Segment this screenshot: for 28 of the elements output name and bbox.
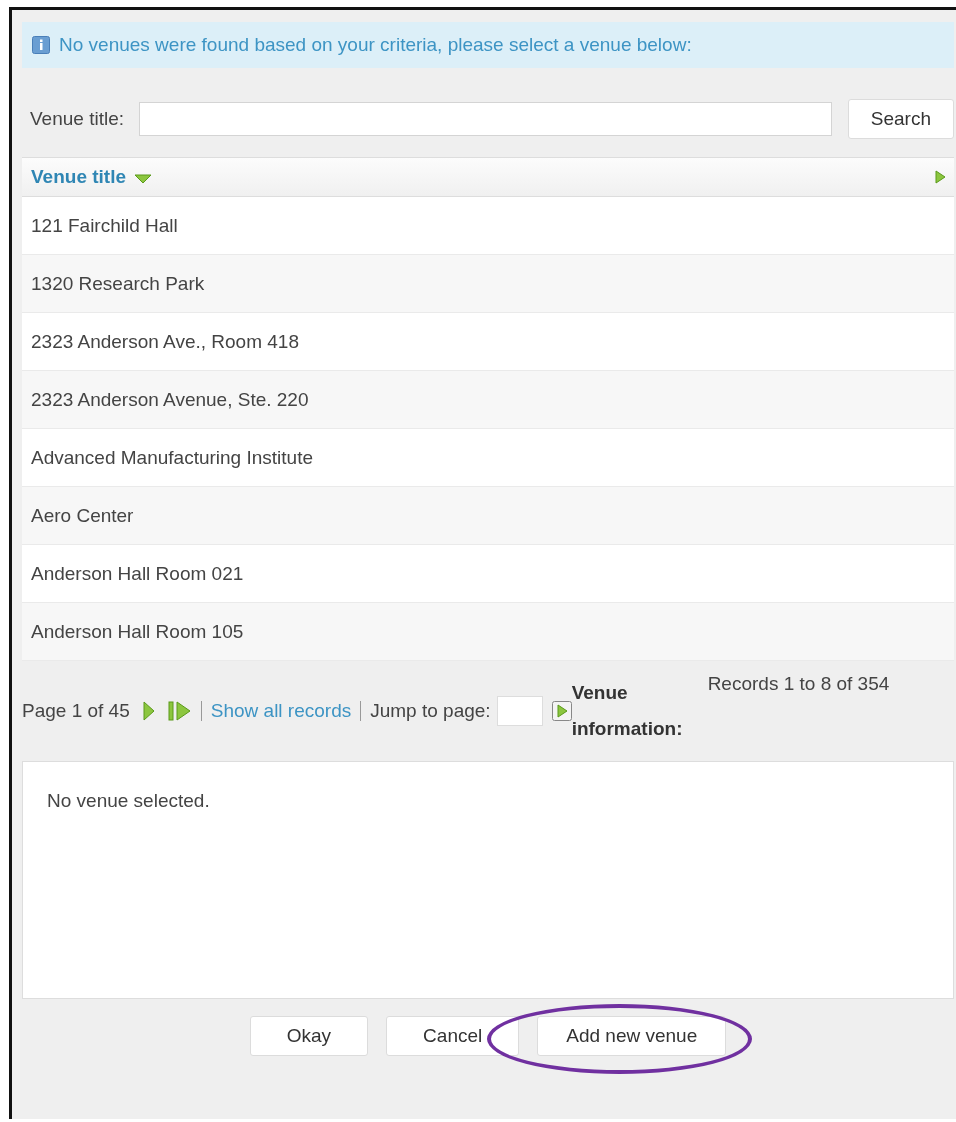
records-count: Records 1 to 8 of 354 <box>707 673 890 695</box>
play-icon[interactable] <box>934 170 946 184</box>
page-number-field[interactable] <box>496 696 543 726</box>
table-row[interactable]: 1320 Research Park <box>22 255 954 313</box>
table-row[interactable]: Anderson Hall Room 021 <box>22 545 954 603</box>
empty-message: No venue selected. <box>47 790 210 811</box>
next-page-icon[interactable] <box>141 700 156 722</box>
dialog-button[interactable]: Okay <box>249 1016 369 1056</box>
table-row[interactable]: Advanced Manufacturing Institute <box>22 429 954 487</box>
search-button[interactable]: Search <box>847 99 954 139</box>
table-row[interactable]: 2323 Anderson Ave., Room 418 <box>22 313 954 371</box>
search-field[interactable] <box>139 102 832 136</box>
dialog-button[interactable]: Cancel <box>386 1016 520 1056</box>
section-label: Venue information: <box>571 681 684 741</box>
field-label: Venue title: <box>30 108 125 130</box>
jump-label: Jump to page: <box>370 700 491 722</box>
table-row[interactable]: Aero Center <box>22 487 954 545</box>
dialog-button[interactable]: Add new venue <box>537 1016 727 1056</box>
banner-message: No venues were found based on your criteria, please select a venue below: <box>59 34 692 56</box>
last-page-icon[interactable] <box>167 700 192 722</box>
table-row[interactable]: Anderson Hall Room 105 <box>22 603 954 661</box>
info-icon <box>32 36 50 54</box>
table-row[interactable]: 2323 Anderson Avenue, Ste. 220 <box>22 371 954 429</box>
sort-descending-icon <box>134 173 153 184</box>
table-row[interactable]: 121 Fairchild Hall <box>22 197 954 255</box>
go-button-icon[interactable] <box>551 701 572 721</box>
column-header[interactable]: Venue title <box>31 166 127 188</box>
page-count: Page 1 of 45 <box>22 700 130 722</box>
